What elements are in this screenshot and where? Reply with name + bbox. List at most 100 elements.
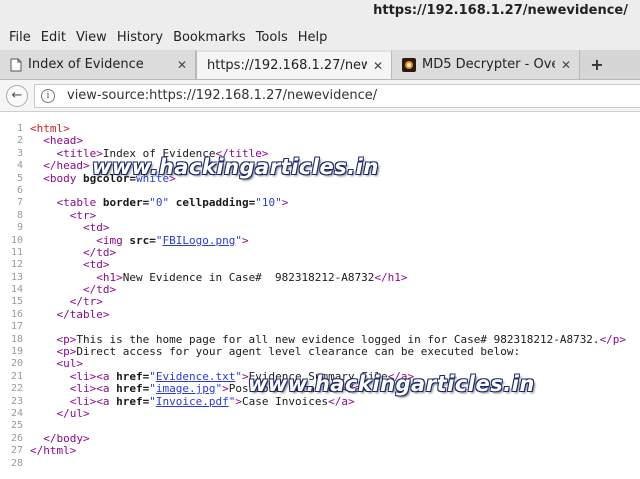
line-number: 9	[16, 222, 23, 234]
h1-text: New Evidence in Case# 982318212-A8732	[122, 270, 375, 284]
menu-help[interactable]: Help	[293, 30, 333, 45]
line-number: 26	[10, 432, 23, 444]
source-line: 16 </table>	[0, 307, 640, 321]
p-open-tag: <p>	[56, 332, 77, 346]
td-close-tag: </td>	[82, 283, 117, 297]
source-link-image-jpg[interactable]: image.jpg	[156, 382, 216, 395]
line-number: 15	[10, 296, 23, 308]
td-open-tag: <td>	[82, 258, 110, 272]
source-line: 27 </html>	[0, 444, 640, 457]
attr-href: href=	[109, 369, 150, 383]
source-link-fbilogo[interactable]: FBILogo.png	[162, 234, 235, 247]
source-line: 26 </body>	[0, 432, 640, 445]
tab-view-source[interactable]: https://192.168.1.27/new... ✕	[196, 50, 392, 79]
attr-value: "10"	[255, 196, 282, 210]
tag-end: >	[241, 369, 249, 383]
title-open-tag: <title>	[56, 146, 103, 160]
menu-edit[interactable]: Edit	[36, 30, 71, 45]
link-text: Possible Location	[228, 382, 342, 396]
line-number: 12	[10, 259, 23, 271]
a-close-tag: </a>	[328, 394, 355, 408]
source-line: 28	[0, 458, 640, 470]
link-text: Evidence Summary File	[248, 369, 388, 383]
attr-src: src=	[122, 233, 156, 247]
p-open-tag: <p>	[56, 345, 77, 359]
h1-open-tag: <h1>	[96, 270, 123, 284]
a-close-tag: </a>	[387, 369, 415, 383]
tag-end: >	[222, 382, 229, 396]
menu-tools[interactable]: Tools	[251, 30, 293, 45]
title-close-tag: </title>	[215, 146, 269, 160]
tab-close-icon[interactable]: ✕	[177, 58, 187, 72]
quote: "	[235, 369, 242, 383]
attr-bgcolor: bgcolor=	[76, 171, 136, 185]
line-number: 28	[10, 457, 23, 469]
a-open-tag: <a	[96, 369, 110, 383]
back-button[interactable]: ←	[6, 84, 28, 107]
menu-bookmarks[interactable]: Bookmarks	[168, 30, 251, 45]
url-text[interactable]: view-source:https://192.168.1.27/newevid…	[67, 88, 377, 103]
tab-label: MD5 Decrypter - Ove...	[422, 57, 555, 72]
quote: "	[149, 394, 156, 408]
tab-close-icon[interactable]: ✕	[373, 59, 383, 73]
source-link-evidence-txt[interactable]: Evidence.txt	[156, 370, 235, 383]
line-number: 6	[16, 184, 23, 196]
head-close-tag: </head>	[43, 159, 90, 173]
paragraph-text: This is the home page for all new eviden…	[76, 332, 600, 346]
line-number: 22	[10, 383, 23, 395]
table-open-tag: <table	[56, 196, 97, 210]
tag-end: >	[169, 171, 176, 185]
tr-open-tag: <tr>	[69, 208, 97, 222]
line-number: 5	[16, 172, 23, 184]
line-number: 21	[10, 370, 23, 382]
source-line: 19 <p>Direct access for your agent level…	[0, 345, 640, 359]
ul-open-tag: <ul>	[56, 357, 84, 371]
source-line: 5 <body bgcolor=white>	[0, 171, 640, 185]
p-close-tag: </p>	[599, 332, 627, 346]
tab-md5-decrypter[interactable]: MD5 Decrypter - Ove... ✕	[392, 50, 580, 79]
line-number: 7	[16, 197, 23, 209]
line-number: 24	[10, 407, 23, 419]
source-line: 23 <li><a href="Invoice.pdf">Case Invoic…	[0, 394, 640, 408]
line-number: 2	[16, 135, 23, 147]
navigation-bar: ← i view-source:https://192.168.1.27/new…	[0, 80, 640, 112]
html-open-tag: <html>	[30, 122, 70, 135]
li-tag: <li>	[69, 369, 97, 383]
line-number: 23	[10, 395, 23, 407]
tag-end: >	[235, 394, 242, 408]
attr-href: href=	[109, 394, 150, 408]
attr-cellpadding: cellpadding=	[169, 196, 256, 210]
new-tab-button[interactable]: +	[580, 50, 614, 79]
line-number: 20	[10, 358, 23, 370]
line-number: 19	[10, 346, 23, 358]
line-number: 27	[10, 445, 23, 457]
tag-end: >	[281, 196, 289, 210]
menu-history[interactable]: History	[112, 30, 168, 45]
attr-href: href=	[109, 382, 150, 396]
tr-close-tag: </tr>	[69, 295, 103, 309]
window-title: https://192.168.1.27/newevidence/	[373, 3, 628, 18]
menu-file[interactable]: File	[4, 30, 36, 45]
quote: "	[149, 369, 156, 383]
menu-view[interactable]: View	[71, 30, 112, 45]
url-bar[interactable]: i view-source:https://192.168.1.27/newev…	[34, 83, 640, 108]
tab-close-icon[interactable]: ✕	[561, 58, 571, 72]
li-tag: <li>	[69, 382, 97, 396]
line-number: 14	[10, 284, 23, 296]
table-close-tag: </table>	[56, 307, 110, 321]
line-number: 1	[16, 123, 23, 134]
tab-index-of-evidence[interactable]: Index of Evidence ✕	[0, 50, 196, 79]
line-number: 18	[10, 333, 23, 345]
source-view: 1 <html> 2 <head> 3 <title>Index of Evide…	[0, 122, 640, 470]
info-icon[interactable]: i	[41, 88, 55, 103]
td-open-tag: <td>	[82, 221, 110, 235]
source-link-invoice-pdf[interactable]: Invoice.pdf	[156, 395, 229, 408]
page-icon	[10, 58, 22, 71]
menu-bar: File Edit View History Bookmarks Tools H…	[0, 24, 640, 50]
line-number: 3	[16, 147, 23, 159]
attr-border: border=	[96, 196, 150, 210]
source-line: 24 </ul>	[0, 407, 640, 420]
h1-close-tag: </h1>	[374, 270, 408, 284]
attr-value: white	[135, 171, 170, 185]
quote: "	[235, 233, 242, 247]
